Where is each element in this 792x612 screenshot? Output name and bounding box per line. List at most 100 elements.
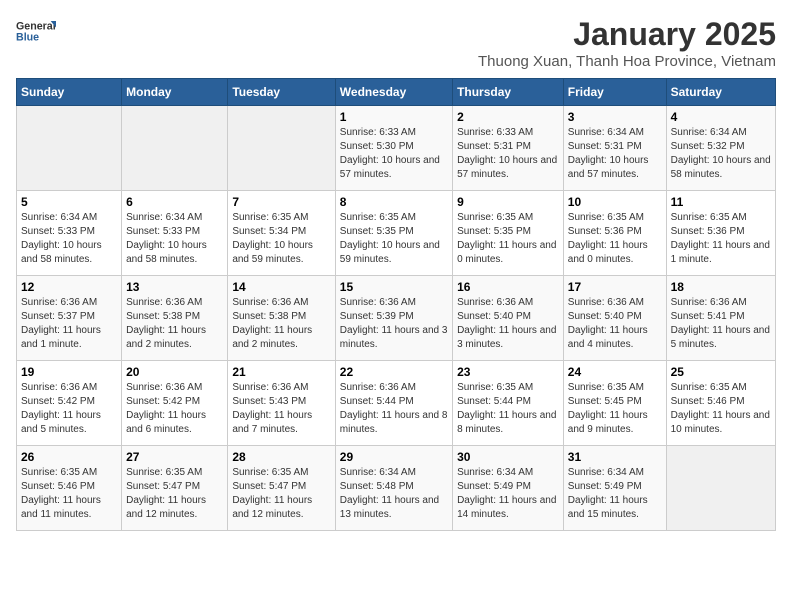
col-monday: Monday bbox=[122, 79, 228, 106]
table-row: 6Sunrise: 6:34 AM Sunset: 5:33 PM Daylig… bbox=[122, 191, 228, 276]
table-row bbox=[228, 106, 335, 191]
day-number: 14 bbox=[232, 280, 330, 294]
page-header: General Blue January 2025 Thuong Xuan, T… bbox=[16, 16, 776, 70]
table-row: 14 Sunrise: 6:36 AM Sunset: 5:38 PM Dayli… bbox=[228, 276, 335, 361]
table-row: 8 Sunrise: 6:35 AM Sunset: 5:35 PM Daylig… bbox=[335, 191, 452, 276]
day-number: 22 bbox=[340, 365, 448, 379]
day-info: Sunrise: 6:35 AM Sunset: 5:47 PM Dayligh… bbox=[232, 466, 330, 522]
col-saturday: Saturday bbox=[666, 79, 775, 106]
table-row: 12 Sunrise: 6:36 AM Sunset: 5:37 PM Dayli… bbox=[17, 276, 122, 361]
day-info: Sunrise: 6:34 AM Sunset: 5:33 PM Dayligh… bbox=[126, 211, 223, 267]
table-row bbox=[122, 106, 228, 191]
day-number: 19 bbox=[21, 365, 117, 379]
day-number: 2 bbox=[457, 110, 559, 124]
table-row: 30 Sunrise: 6:34 AM Sunset: 5:49 PM Dayli… bbox=[453, 446, 564, 531]
day-info: Sunrise: 6:35 AM Sunset: 5:47 PM Dayligh… bbox=[126, 466, 223, 522]
table-row: 7 Sunrise: 6:35 AM Sunset: 5:34 PM Daylig… bbox=[228, 191, 335, 276]
day-info: Sunrise: 6:35 AM Sunset: 5:46 PM Dayligh… bbox=[21, 466, 117, 522]
table-row: 11 Sunrise: 6:35 AM Sunset: 5:36 PM Dayli… bbox=[666, 191, 775, 276]
table-row: 17 Sunrise: 6:36 AM Sunset: 5:40 PM Dayli… bbox=[563, 276, 666, 361]
day-info: Sunrise: 6:36 AM Sunset: 5:43 PM Dayligh… bbox=[232, 381, 330, 437]
table-row: 16 Sunrise: 6:36 AM Sunset: 5:40 PM Dayli… bbox=[453, 276, 564, 361]
day-number: 30 bbox=[457, 450, 559, 464]
col-thursday: Thursday bbox=[453, 79, 564, 106]
day-number: 1 bbox=[340, 110, 448, 124]
day-info: Sunrise: 6:36 AM Sunset: 5:42 PM Dayligh… bbox=[21, 381, 117, 437]
table-row: 26 Sunrise: 6:35 AM Sunset: 5:46 PM Dayli… bbox=[17, 446, 122, 531]
col-tuesday: Tuesday bbox=[228, 79, 335, 106]
col-sunday: Sunday bbox=[17, 79, 122, 106]
svg-text:Blue: Blue bbox=[16, 31, 39, 43]
table-row: 9 Sunrise: 6:35 AM Sunset: 5:35 PM Daylig… bbox=[453, 191, 564, 276]
day-info: Sunrise: 6:36 AM Sunset: 5:42 PM Dayligh… bbox=[126, 381, 223, 437]
table-row: 5 Sunrise: 6:34 AM Sunset: 5:33 PM Daylig… bbox=[17, 191, 122, 276]
logo-icon: General Blue bbox=[16, 16, 56, 46]
table-row: 3 Sunrise: 6:34 AM Sunset: 5:31 PM Daylig… bbox=[563, 106, 666, 191]
day-info: Sunrise: 6:36 AM Sunset: 5:44 PM Dayligh… bbox=[340, 381, 448, 437]
day-number: 11 bbox=[671, 195, 771, 209]
table-row: 27 Sunrise: 6:35 AM Sunset: 5:47 PM Dayli… bbox=[122, 446, 228, 531]
day-info: Sunrise: 6:35 AM Sunset: 5:34 PM Dayligh… bbox=[232, 211, 330, 267]
logo: General Blue bbox=[16, 16, 56, 46]
table-row: 29 Sunrise: 6:34 AM Sunset: 5:48 PM Dayli… bbox=[335, 446, 452, 531]
table-row: 4Sunrise: 6:34 AM Sunset: 5:32 PM Daylig… bbox=[666, 106, 775, 191]
table-row: 20 Sunrise: 6:36 AM Sunset: 5:42 PM Dayli… bbox=[122, 361, 228, 446]
day-number: 12 bbox=[21, 280, 117, 294]
day-number: 8 bbox=[340, 195, 448, 209]
calendar-week-3: 12 Sunrise: 6:36 AM Sunset: 5:37 PM Dayli… bbox=[17, 276, 776, 361]
calendar-week-5: 26 Sunrise: 6:35 AM Sunset: 5:46 PM Dayli… bbox=[17, 446, 776, 531]
day-number: 3 bbox=[568, 110, 662, 124]
day-info: Sunrise: 6:35 AM Sunset: 5:35 PM Dayligh… bbox=[340, 211, 448, 267]
day-number: 13 bbox=[126, 280, 223, 294]
day-number: 10 bbox=[568, 195, 662, 209]
day-number: 17 bbox=[568, 280, 662, 294]
day-info: Sunrise: 6:36 AM Sunset: 5:37 PM Dayligh… bbox=[21, 296, 117, 352]
day-info: Sunrise: 6:36 AM Sunset: 5:40 PM Dayligh… bbox=[568, 296, 662, 352]
day-info: Sunrise: 6:35 AM Sunset: 5:36 PM Dayligh… bbox=[671, 211, 771, 267]
day-number: 29 bbox=[340, 450, 448, 464]
day-number: 7 bbox=[232, 195, 330, 209]
day-number: 26 bbox=[21, 450, 117, 464]
day-info: Sunrise: 6:34 AM Sunset: 5:48 PM Dayligh… bbox=[340, 466, 448, 522]
day-info: Sunrise: 6:35 AM Sunset: 5:35 PM Dayligh… bbox=[457, 211, 559, 267]
day-number: 16 bbox=[457, 280, 559, 294]
header-row: Sunday Monday Tuesday Wednesday Thursday… bbox=[17, 79, 776, 106]
day-number: 27 bbox=[126, 450, 223, 464]
day-number: 18 bbox=[671, 280, 771, 294]
title-block: January 2025 Thuong Xuan, Thanh Hoa Prov… bbox=[478, 16, 776, 70]
day-number: 15 bbox=[340, 280, 448, 294]
calendar-week-1: 1 Sunrise: 6:33 AM Sunset: 5:30 PM Daylig… bbox=[17, 106, 776, 191]
day-info: Sunrise: 6:34 AM Sunset: 5:31 PM Dayligh… bbox=[568, 126, 662, 182]
day-number: 23 bbox=[457, 365, 559, 379]
day-info: Sunrise: 6:36 AM Sunset: 5:39 PM Dayligh… bbox=[340, 296, 448, 352]
col-friday: Friday bbox=[563, 79, 666, 106]
table-row: 19 Sunrise: 6:36 AM Sunset: 5:42 PM Dayli… bbox=[17, 361, 122, 446]
calendar-subtitle: Thuong Xuan, Thanh Hoa Province, Vietnam bbox=[478, 53, 776, 70]
day-info: Sunrise: 6:35 AM Sunset: 5:45 PM Dayligh… bbox=[568, 381, 662, 437]
day-info: Sunrise: 6:34 AM Sunset: 5:49 PM Dayligh… bbox=[457, 466, 559, 522]
table-row: 28 Sunrise: 6:35 AM Sunset: 5:47 PM Dayli… bbox=[228, 446, 335, 531]
day-number: 5 bbox=[21, 195, 117, 209]
day-number: 24 bbox=[568, 365, 662, 379]
table-row: 10 Sunrise: 6:35 AM Sunset: 5:36 PM Dayli… bbox=[563, 191, 666, 276]
day-number: 9 bbox=[457, 195, 559, 209]
day-info: Sunrise: 6:35 AM Sunset: 5:36 PM Dayligh… bbox=[568, 211, 662, 267]
col-wednesday: Wednesday bbox=[335, 79, 452, 106]
calendar-table: Sunday Monday Tuesday Wednesday Thursday… bbox=[16, 78, 776, 531]
day-number: 20 bbox=[126, 365, 223, 379]
table-row: 13Sunrise: 6:36 AM Sunset: 5:38 PM Dayli… bbox=[122, 276, 228, 361]
day-number: 28 bbox=[232, 450, 330, 464]
day-info: Sunrise: 6:35 AM Sunset: 5:46 PM Dayligh… bbox=[671, 381, 771, 437]
day-info: Sunrise: 6:34 AM Sunset: 5:32 PM Dayligh… bbox=[671, 126, 771, 182]
day-info: Sunrise: 6:33 AM Sunset: 5:30 PM Dayligh… bbox=[340, 126, 448, 182]
day-info: Sunrise: 6:34 AM Sunset: 5:33 PM Dayligh… bbox=[21, 211, 117, 267]
table-row: 23Sunrise: 6:35 AM Sunset: 5:44 PM Dayli… bbox=[453, 361, 564, 446]
day-info: Sunrise: 6:36 AM Sunset: 5:38 PM Dayligh… bbox=[232, 296, 330, 352]
day-number: 31 bbox=[568, 450, 662, 464]
day-info: Sunrise: 6:36 AM Sunset: 5:40 PM Dayligh… bbox=[457, 296, 559, 352]
table-row bbox=[17, 106, 122, 191]
day-info: Sunrise: 6:34 AM Sunset: 5:49 PM Dayligh… bbox=[568, 466, 662, 522]
table-row: 18Sunrise: 6:36 AM Sunset: 5:41 PM Dayli… bbox=[666, 276, 775, 361]
table-row: 1 Sunrise: 6:33 AM Sunset: 5:30 PM Daylig… bbox=[335, 106, 452, 191]
table-row: 2Sunrise: 6:33 AM Sunset: 5:31 PM Daylig… bbox=[453, 106, 564, 191]
